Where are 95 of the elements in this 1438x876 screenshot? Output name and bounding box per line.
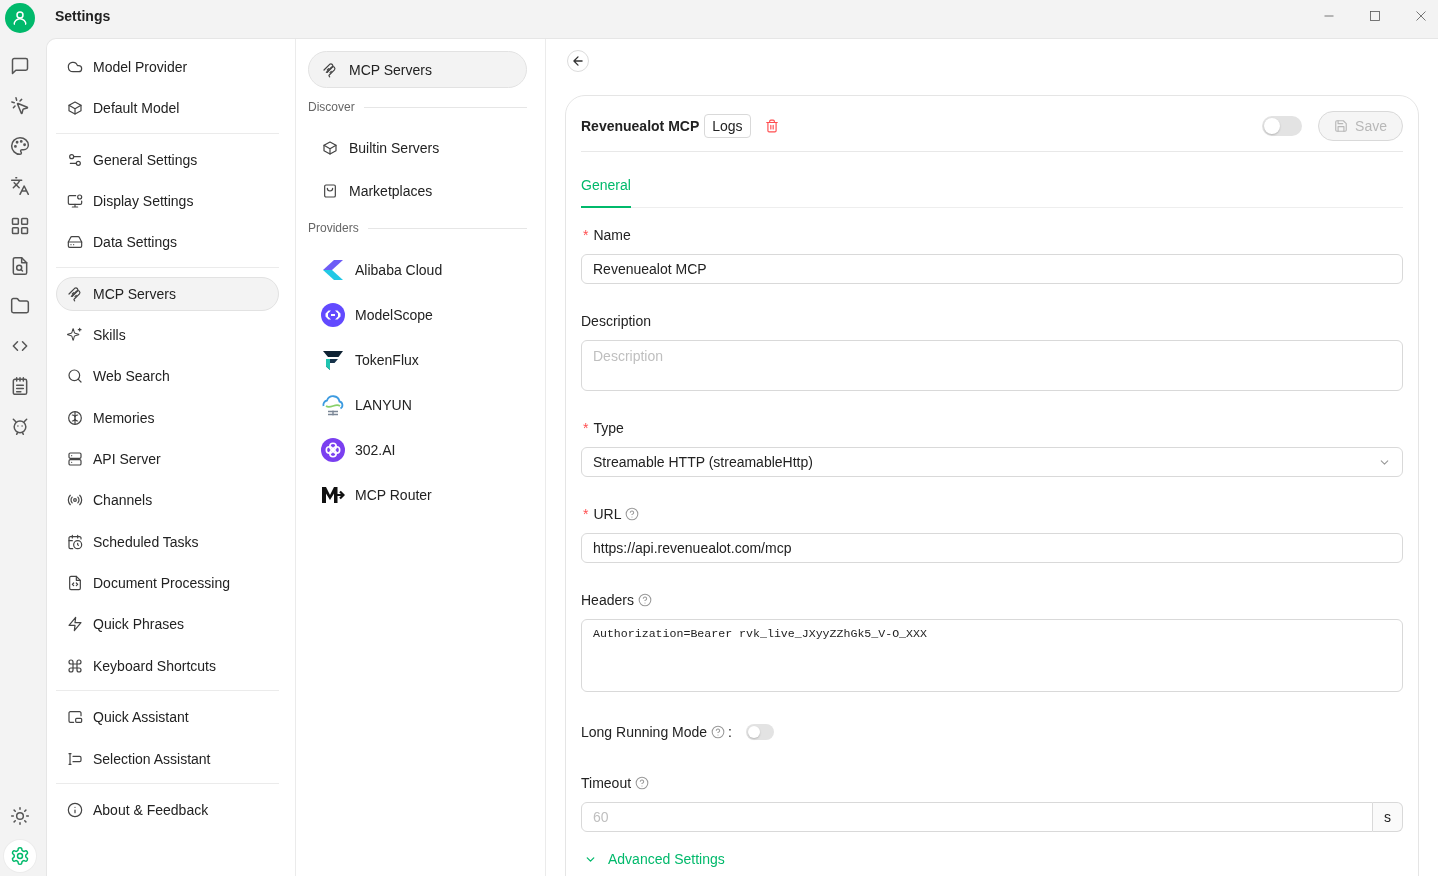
sidebar-item[interactable]: API Server xyxy=(56,442,279,477)
field-label: Headers xyxy=(581,592,634,608)
monitor-gear-icon xyxy=(67,193,83,210)
sidebar-item[interactable]: MCP Servers xyxy=(56,276,279,311)
help-icon[interactable] xyxy=(635,776,650,790)
settings-icon[interactable] xyxy=(4,840,36,872)
sidebar-item[interactable]: Model Provider xyxy=(56,50,279,84)
toggle-switch[interactable] xyxy=(746,724,774,740)
textarea-field[interactable]: Authorization=Bearer rvk_live_JXyyZZhGk5_V-O_XXX xyxy=(581,619,1403,692)
arrow-left-icon xyxy=(571,54,585,68)
sidebar-item[interactable]: Skills xyxy=(56,318,279,353)
help-icon[interactable] xyxy=(711,725,726,739)
section-label: Discover xyxy=(308,100,355,114)
window-icon xyxy=(67,709,83,726)
server-name: Revenuealot MCP xyxy=(581,117,700,134)
cloud-icon xyxy=(67,59,83,75)
field-label: Long Running Mode xyxy=(581,724,708,740)
sidebar-item[interactable]: Quick Phrases xyxy=(56,607,279,642)
label-colon: : xyxy=(728,724,732,740)
file-search-icon[interactable] xyxy=(10,256,30,276)
nav-item[interactable]: TokenFlux xyxy=(308,341,527,379)
field-label: URL xyxy=(593,506,622,522)
calendar-clock-icon xyxy=(67,533,83,550)
squiggle-icon xyxy=(322,61,338,78)
field-label: Type xyxy=(593,420,624,436)
sparkles-icon xyxy=(67,327,83,344)
drive-icon xyxy=(67,234,83,251)
logs-button[interactable]: Logs xyxy=(704,113,751,138)
nav-item[interactable]: Builtin Servers xyxy=(308,130,527,166)
sun-icon[interactable] xyxy=(10,806,30,826)
flower-logo-icon xyxy=(321,438,345,462)
required-mark: * xyxy=(583,506,589,522)
squiggle-icon xyxy=(67,285,83,302)
chevron-logo-icon xyxy=(321,258,345,282)
cube-icon xyxy=(67,100,83,117)
bracket-logo-icon xyxy=(321,303,345,327)
code-file-icon xyxy=(67,575,83,592)
text-cursor-icon xyxy=(67,750,83,767)
nav-item[interactable]: Marketplaces xyxy=(308,173,527,209)
chat-bubble-icon[interactable] xyxy=(10,56,30,76)
lightning-icon xyxy=(67,616,83,633)
nav-item[interactable]: LANYUN xyxy=(308,386,527,424)
nav-item[interactable]: 302.AI xyxy=(308,431,527,469)
sidebar-item[interactable]: Selection Assistant xyxy=(56,741,279,776)
trash-icon[interactable] xyxy=(764,118,779,133)
sidebar-item[interactable]: Web Search xyxy=(56,359,279,394)
command-key-icon xyxy=(67,657,83,674)
info-icon xyxy=(67,801,83,818)
input-field[interactable]: https://api.revenuealot.com/mcp xyxy=(581,533,1403,563)
help-icon[interactable] xyxy=(625,507,640,521)
cursor-click-icon[interactable] xyxy=(10,96,30,116)
sidebar-item[interactable]: Document Processing xyxy=(56,566,279,601)
notepad-icon[interactable] xyxy=(10,376,30,396)
nav-item[interactable]: MCP Router xyxy=(308,476,527,514)
field-label: Description xyxy=(581,313,652,329)
sidebar-item[interactable]: General Settings xyxy=(56,142,279,177)
sidebar-item[interactable]: Channels xyxy=(56,483,279,518)
maximize-icon[interactable] xyxy=(1369,10,1381,22)
search-icon xyxy=(67,368,83,385)
grid-icon[interactable] xyxy=(10,216,30,236)
field-label: Name xyxy=(593,227,631,243)
back-button[interactable] xyxy=(567,50,589,72)
sidebar-item[interactable]: Scheduled Tasks xyxy=(56,524,279,559)
required-mark: * xyxy=(583,227,589,243)
dropdown[interactable]: Streamable HTTP (streamableHttp) xyxy=(581,447,1403,477)
sidebar-item[interactable]: Display Settings xyxy=(56,184,279,219)
sliders-icon xyxy=(67,151,83,168)
sidebar-item[interactable]: Keyboard Shortcuts xyxy=(56,648,279,683)
cube-icon xyxy=(322,140,338,156)
flag-logo-icon xyxy=(321,348,345,372)
sidebar-item[interactable]: Memories xyxy=(56,400,279,435)
folder-icon[interactable] xyxy=(10,296,30,316)
brain-icon xyxy=(67,409,83,426)
nav-item[interactable]: MCP Servers xyxy=(308,51,527,88)
section-label: Providers xyxy=(308,221,359,235)
sidebar-item[interactable]: Data Settings xyxy=(56,225,279,260)
sidebar-item[interactable]: Quick Assistant xyxy=(56,700,279,735)
sidebar-item[interactable]: About & Feedback xyxy=(56,792,279,827)
cloud-logo-icon xyxy=(321,393,345,417)
translate-icon[interactable] xyxy=(10,176,30,196)
field-label: Timeout xyxy=(581,775,632,791)
palette-icon[interactable] xyxy=(10,136,30,156)
close-icon[interactable] xyxy=(1415,10,1427,22)
sidebar-item[interactable]: Default Model xyxy=(56,91,279,126)
window-title: Settings xyxy=(55,7,111,25)
robot-icon[interactable] xyxy=(10,416,30,436)
required-mark: * xyxy=(583,420,589,436)
help-icon[interactable] xyxy=(637,593,652,607)
input-field[interactable]: Revenuealot MCP xyxy=(581,254,1403,284)
server-icon xyxy=(67,451,83,468)
nav-item[interactable]: ModelScope xyxy=(308,296,527,334)
nav-item[interactable]: Alibaba Cloud xyxy=(308,251,527,289)
unit-addon: s xyxy=(1373,802,1403,832)
toggle-switch[interactable] xyxy=(1262,115,1303,136)
shopping-bag-icon xyxy=(322,183,338,199)
